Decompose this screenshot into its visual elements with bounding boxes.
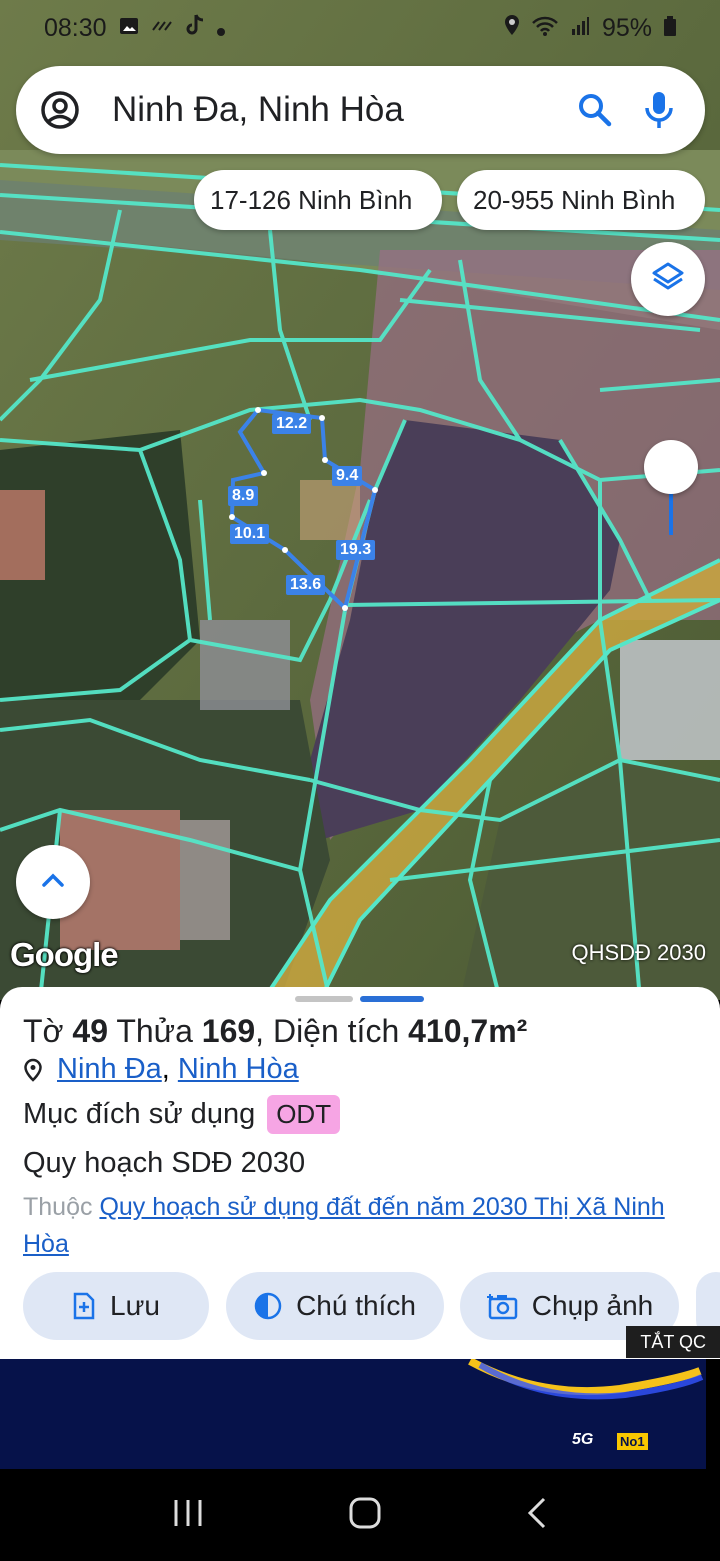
parcel-title: Tờ 49 Thửa 169, Diện tích 410,7m² bbox=[23, 1013, 527, 1050]
plan-source: Thuộc Quy hoạch sử dụng đất đến năm 2030… bbox=[23, 1189, 673, 1263]
land-use-code-badge: ODT bbox=[267, 1095, 341, 1134]
ward-link[interactable]: Ninh Đa bbox=[57, 1053, 162, 1086]
google-logo: Google bbox=[10, 936, 119, 973]
legend-button[interactable]: Chú thích bbox=[226, 1272, 444, 1340]
gallery-icon bbox=[119, 14, 139, 43]
overlay-opacity-slider[interactable] bbox=[644, 440, 698, 540]
close-ad-button[interactable]: TẮT QC bbox=[626, 1326, 720, 1358]
layers-icon bbox=[651, 260, 685, 299]
map-view[interactable]: 12.2 9.4 8.9 10.1 19.3 13.6 08:30 95% Ni… bbox=[0, 0, 720, 1000]
sheet-label: Tờ bbox=[23, 1013, 64, 1049]
land-use-purpose: Mục đích sử dụng ODT bbox=[23, 1095, 341, 1134]
belongs-prefix: Thuộc bbox=[23, 1193, 93, 1221]
microphone-icon[interactable] bbox=[637, 88, 681, 132]
notification-dot-icon bbox=[216, 14, 225, 43]
title-separator: , bbox=[255, 1013, 265, 1049]
ad-no1-label: No1 bbox=[617, 1433, 648, 1450]
wifi-icon bbox=[532, 14, 558, 43]
edge-length-label: 19.3 bbox=[336, 540, 376, 560]
plot-number: 169 bbox=[201, 1013, 256, 1049]
search-icon[interactable] bbox=[573, 88, 617, 132]
edge-length-label: 13.6 bbox=[286, 575, 326, 595]
battery-icon bbox=[664, 14, 676, 43]
search-query[interactable]: Ninh Đa, Ninh Hòa bbox=[112, 90, 553, 130]
back-icon[interactable] bbox=[526, 1497, 548, 1534]
camera-icon bbox=[486, 1292, 518, 1320]
search-bar[interactable]: Ninh Đa, Ninh Hòa bbox=[16, 66, 705, 154]
edge-length-label: 9.4 bbox=[332, 466, 363, 486]
expand-button[interactable] bbox=[16, 845, 90, 919]
battery-level: 95% bbox=[601, 13, 652, 42]
pin-icon bbox=[23, 1058, 43, 1082]
recent-apps-icon[interactable] bbox=[172, 1498, 204, 1533]
parcel-location: Ninh Đa, Ninh Hòa bbox=[23, 1053, 299, 1086]
signal-slash-icon bbox=[151, 14, 173, 43]
sheet-number: 49 bbox=[72, 1013, 109, 1049]
location-icon bbox=[504, 14, 520, 43]
slider-thumb[interactable] bbox=[644, 440, 698, 494]
plan-source-link[interactable]: Quy hoạch sử dụng đất đến năm 2030 Thị X… bbox=[23, 1193, 665, 1258]
system-nav-bar bbox=[0, 1470, 720, 1561]
location-separator: , bbox=[161, 1053, 170, 1085]
ad-banner[interactable]: 5G No1 bbox=[0, 1359, 706, 1469]
chip-label: 17-126 Ninh Bình bbox=[210, 184, 413, 215]
layers-button[interactable] bbox=[631, 242, 705, 316]
purpose-label: Mục đích sử dụng bbox=[23, 1098, 256, 1130]
ad-wave-graphic bbox=[468, 1359, 704, 1400]
save-button[interactable]: Lưu bbox=[23, 1272, 209, 1340]
chevron-up-icon bbox=[40, 871, 66, 894]
plan-layer-label: QHSDĐ 2030 bbox=[571, 940, 706, 965]
district-link[interactable]: Ninh Hòa bbox=[178, 1053, 299, 1086]
edge-length-label: 10.1 bbox=[230, 524, 270, 544]
ad-5g-label: 5G bbox=[572, 1431, 594, 1448]
account-icon[interactable] bbox=[40, 90, 80, 130]
area-label: Diện tích bbox=[272, 1013, 400, 1049]
tiktok-icon bbox=[185, 13, 205, 43]
plot-label: Thửa bbox=[116, 1013, 193, 1049]
sheet-handle-active[interactable] bbox=[360, 996, 424, 1002]
edge-length-label: 12.2 bbox=[272, 414, 312, 434]
capture-label: Chụp ảnh bbox=[531, 1290, 654, 1321]
legend-label: Chú thích bbox=[296, 1290, 416, 1321]
sheet-handle[interactable] bbox=[295, 996, 353, 1002]
edge-length-label: 8.9 bbox=[228, 486, 259, 506]
contrast-icon bbox=[254, 1292, 282, 1320]
parcel-info-sheet: Tờ 49 Thửa 169, Diện tích 410,7m² Ninh Đ… bbox=[0, 987, 720, 1359]
bookmark-add-icon bbox=[72, 1292, 96, 1320]
status-bar: 08:30 95% bbox=[0, 0, 720, 56]
nearby-parcel-chip[interactable]: 17-126 Ninh Bình bbox=[194, 170, 442, 230]
area-value: 410,7m² bbox=[408, 1013, 528, 1049]
chip-label: 20-955 Ninh Bình bbox=[473, 184, 676, 215]
status-time: 08:30 bbox=[44, 13, 107, 42]
cell-signal-icon bbox=[570, 14, 590, 43]
nearby-parcel-chip[interactable]: 20-955 Ninh Bình bbox=[457, 170, 705, 230]
save-label: Lưu bbox=[110, 1290, 160, 1321]
plan-title: Quy hoạch SDĐ 2030 bbox=[23, 1147, 306, 1179]
home-icon[interactable] bbox=[349, 1497, 381, 1534]
